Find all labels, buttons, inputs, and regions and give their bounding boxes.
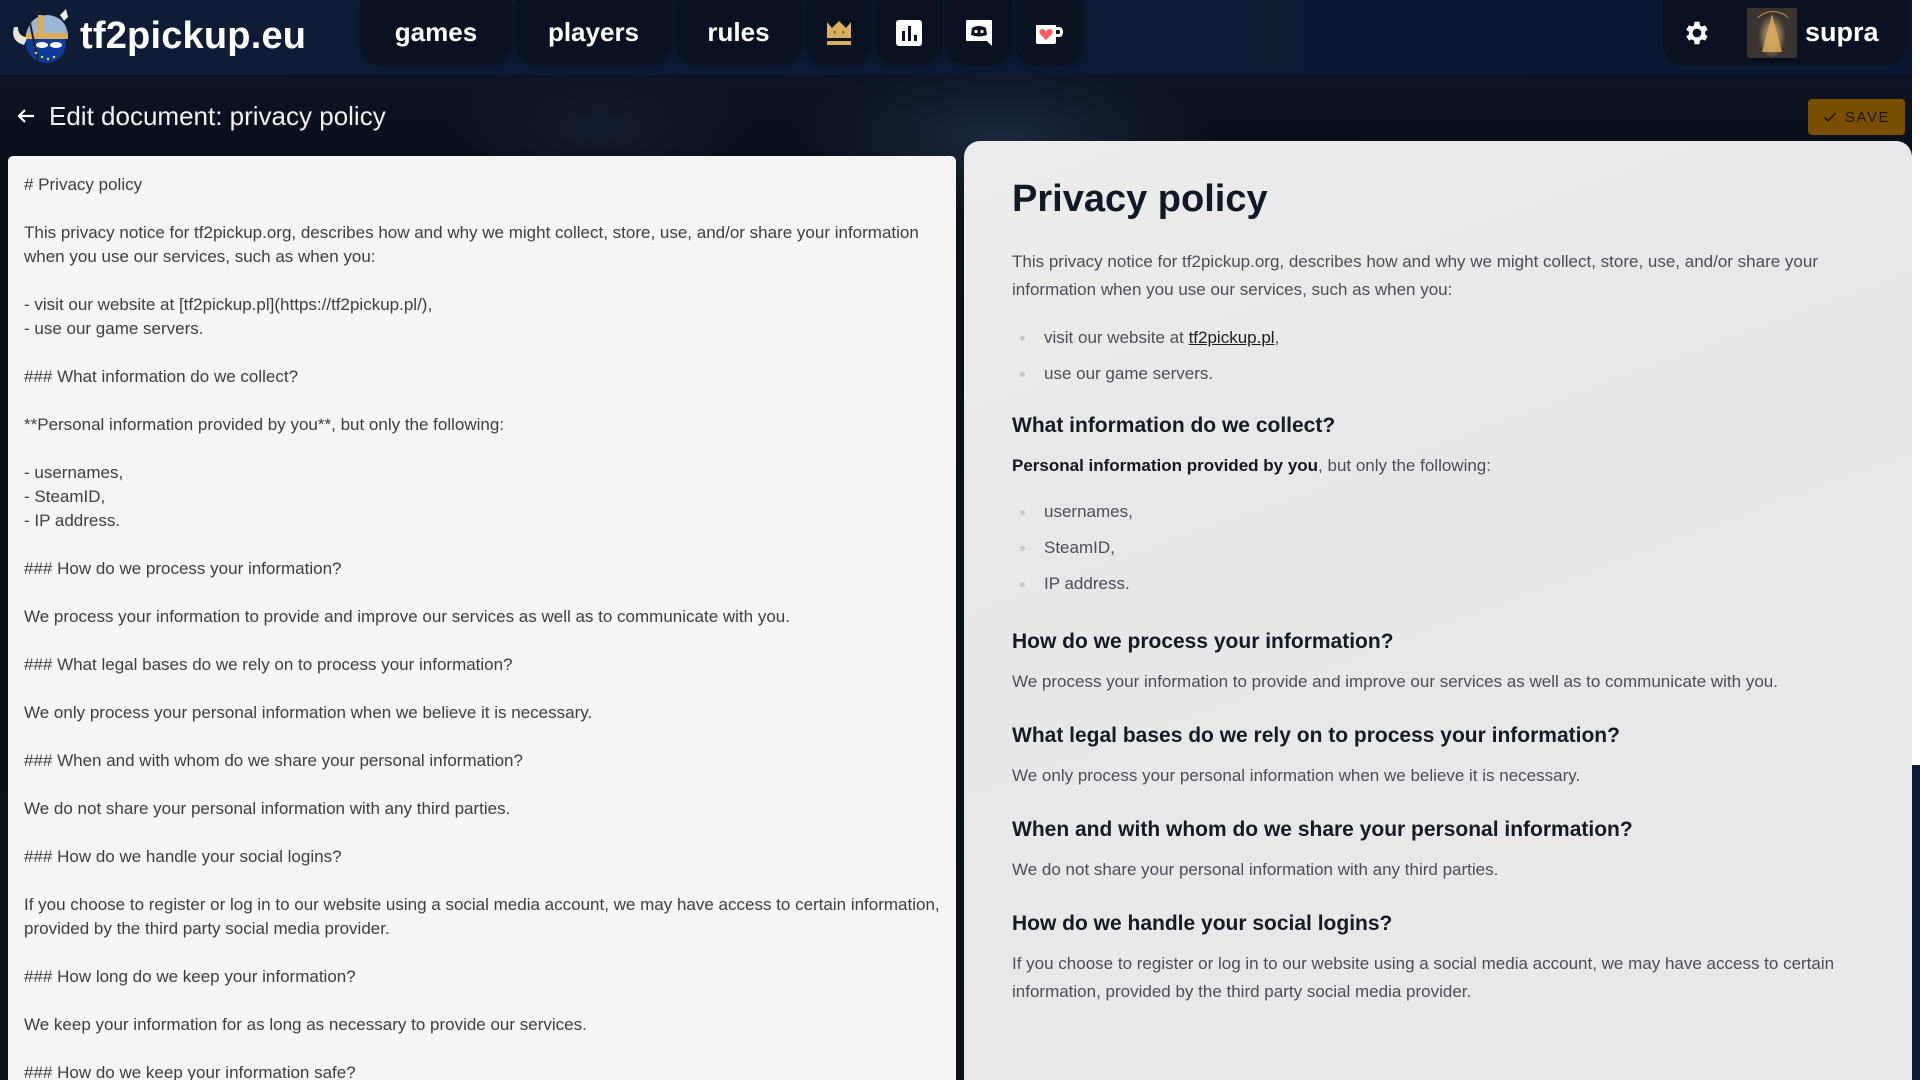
site-logo-link[interactable]: tf2pickup.eu: [8, 8, 306, 64]
section-heading: How do we process your information?: [1012, 630, 1394, 653]
section-text: We do not share your personal informatio…: [1012, 860, 1499, 879]
section-heading: What information do we collect?: [1012, 414, 1336, 437]
nav-statistics[interactable]: [875, 0, 942, 65]
preview-section: When and with whom do we share your pers…: [1012, 816, 1864, 884]
gear-icon: [1686, 21, 1708, 44]
nav-discord[interactable]: [945, 0, 1012, 65]
ko-fi-icon: [1036, 24, 1063, 44]
markdown-input[interactable]: [24, 173, 940, 1080]
save-button-label: SAVE: [1844, 108, 1891, 126]
user-profile-menu[interactable]: supra: [1731, 0, 1907, 65]
settings-button[interactable]: [1663, 0, 1731, 65]
collect-strong: Personal information provided by you: [1012, 456, 1319, 475]
section-text: If you choose to register or log in to o…: [1012, 954, 1835, 1001]
section-heading: How do we handle your social logins?: [1012, 912, 1393, 935]
collect-rest: , but only the following:: [1318, 456, 1491, 475]
preview-intro-list: visit our website at tf2pickup.pl, use o…: [1012, 324, 1864, 388]
list-item: SteamID,: [1012, 534, 1864, 562]
nav-players[interactable]: players: [515, 0, 672, 65]
save-button[interactable]: SAVE: [1808, 99, 1905, 135]
list-item: IP address.: [1012, 570, 1864, 598]
preview-section: How do we handle your social logins? If …: [1012, 910, 1864, 1006]
arrow-left-icon: [17, 109, 34, 123]
page-title: Edit document: privacy policy: [49, 100, 386, 131]
statistics-icon: [895, 19, 922, 46]
markdown-preview: Privacy policy This privacy notice for t…: [964, 141, 1912, 1080]
section-text: We only process your personal informatio…: [1012, 766, 1581, 785]
section-text: We process your information to provide a…: [1012, 672, 1778, 691]
top-navigation-bar: tf2pickup.eu games players rules supra: [0, 0, 1912, 75]
section-heading: When and with whom do we share your pers…: [1012, 818, 1633, 841]
avatar: [1747, 7, 1797, 58]
page-header: Edit document: privacy policy: [0, 92, 386, 140]
section-heading: What legal bases do we rely on to proces…: [1012, 724, 1620, 747]
back-button[interactable]: [14, 104, 38, 128]
preview-title: Privacy policy: [1012, 178, 1268, 220]
tf2pickup-link[interactable]: tf2pickup.pl: [1189, 328, 1275, 347]
nav-hall-of-fame[interactable]: [805, 0, 872, 65]
collect-list: usernames, SteamID, IP address.: [1012, 498, 1864, 598]
markdown-editor: [8, 156, 956, 1080]
collect-paragraph: Personal information provided by you, bu…: [1012, 452, 1864, 480]
discord-icon: [965, 19, 992, 46]
nav-ko-fi[interactable]: [1015, 0, 1083, 65]
list-item: usernames,: [1012, 498, 1864, 526]
list-item: use our game servers.: [1012, 360, 1864, 388]
list-item-text: visit our website at: [1044, 328, 1189, 347]
username: supra: [1805, 17, 1879, 47]
site-name: tf2pickup.eu: [80, 14, 307, 57]
checkmark-icon: [1823, 112, 1836, 123]
preview-section: What legal bases do we rely on to proces…: [1012, 722, 1864, 790]
list-item-suffix: ,: [1274, 328, 1280, 347]
page-scrollbar-thumb[interactable]: [1912, 765, 1920, 1080]
nav-games[interactable]: games: [360, 0, 512, 65]
preview-intro: This privacy notice for tf2pickup.org, d…: [1012, 252, 1818, 299]
crown-icon: [826, 20, 851, 45]
preview-section: How do we process your information? We p…: [1012, 628, 1864, 696]
viking-eu-ball-logo-icon: [8, 7, 72, 65]
list-item: visit our website at tf2pickup.pl,: [1012, 324, 1864, 352]
nav-rules[interactable]: rules: [675, 0, 802, 65]
